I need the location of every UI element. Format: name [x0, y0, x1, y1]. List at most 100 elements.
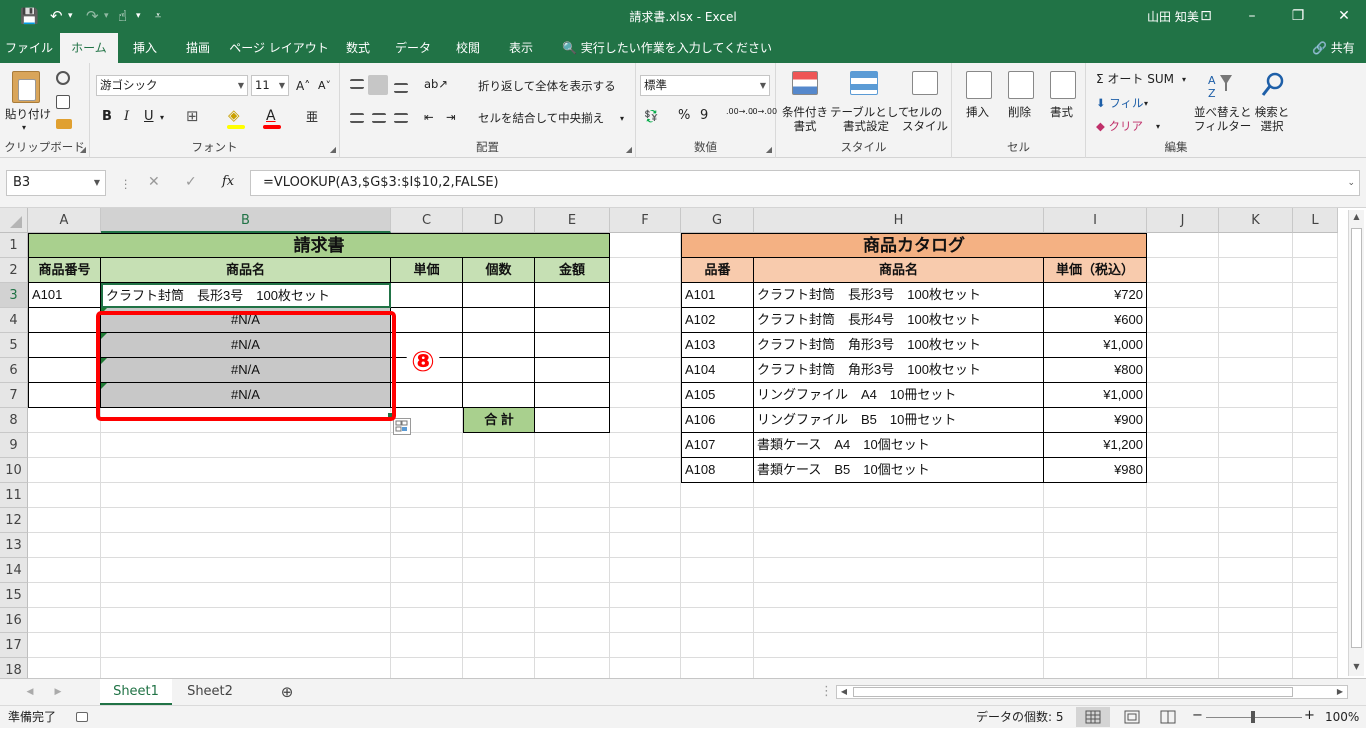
minimize-button[interactable]: –	[1232, 3, 1272, 29]
sort-filter-icon[interactable]: AZ	[1206, 71, 1232, 100]
tab-home[interactable]: ホーム	[60, 33, 118, 63]
font-size-select[interactable]: 11 ▼	[251, 75, 289, 96]
zoom-level[interactable]: 100%	[1325, 710, 1359, 724]
underline-button[interactable]: U	[144, 110, 154, 124]
cell-styles-button[interactable]: セルの スタイル	[900, 105, 950, 133]
catalog-header-name[interactable]: 商品名	[754, 258, 1044, 283]
catalog-name-cell[interactable]: 書類ケース B5 10個セット	[754, 458, 1044, 483]
column-header-d[interactable]: D	[463, 208, 535, 233]
row-header-13[interactable]: 13	[0, 533, 28, 558]
row-header-12[interactable]: 12	[0, 508, 28, 533]
format-cells-icon[interactable]	[1050, 71, 1076, 99]
cell-a6[interactable]	[28, 358, 101, 383]
normal-view-icon[interactable]	[1076, 707, 1110, 727]
sheet-tab-sheet1[interactable]: Sheet1	[100, 679, 172, 705]
paste-dropdown-icon[interactable]: ▾	[22, 121, 26, 135]
underline-dropdown-icon[interactable]: ▾	[160, 111, 164, 125]
row-header-10[interactable]: 10	[0, 458, 28, 483]
row-header-7[interactable]: 7	[0, 383, 28, 408]
font-color-icon[interactable]: A	[266, 109, 276, 123]
cell-e6[interactable]	[535, 358, 610, 383]
catalog-title[interactable]: 商品カタログ	[681, 233, 1147, 258]
catalog-code-cell[interactable]: A108	[681, 458, 754, 483]
catalog-code-cell[interactable]: A102	[681, 308, 754, 333]
cell-b3-selected[interactable]: クラフト封筒 長形3号 100枚セット	[101, 283, 391, 308]
column-header-e[interactable]: E	[535, 208, 610, 233]
name-box[interactable]: B3 ▼	[6, 170, 106, 196]
format-button[interactable]: 書式	[1050, 105, 1073, 119]
font-launcher-icon[interactable]: ◢	[330, 145, 336, 154]
row-header-16[interactable]: 16	[0, 608, 28, 633]
cell-a5[interactable]	[28, 333, 101, 358]
percent-format-button[interactable]: %	[678, 109, 690, 123]
quick-analysis-icon[interactable]	[393, 418, 411, 435]
select-all-corner[interactable]	[0, 208, 28, 233]
invoice-header-name[interactable]: 商品名	[101, 258, 391, 283]
catalog-price-cell[interactable]: ¥900	[1044, 408, 1147, 433]
share-button[interactable]: 🔗 共有	[1312, 33, 1355, 63]
invoice-header-amount[interactable]: 金額	[535, 258, 610, 283]
tab-file[interactable]: ファイル	[0, 33, 58, 63]
tab-data[interactable]: データ	[386, 33, 440, 63]
align-top-icon[interactable]	[350, 79, 364, 89]
cell-e4[interactable]	[535, 308, 610, 333]
cell-a4[interactable]	[28, 308, 101, 333]
cell-d5[interactable]	[463, 333, 535, 358]
merge-center-button[interactable]: セルを結合して中央揃え	[478, 111, 604, 125]
row-header-5[interactable]: 5	[0, 333, 28, 358]
column-header-h[interactable]: H	[754, 208, 1044, 233]
worksheet-grid[interactable]: ABCDEFGHIJKL 1 2 3 4 5 6 7 8 9 10 11 12 13 14 15 16 17 18…	[0, 208, 1366, 678]
insert-function-icon[interactable]: fx	[222, 175, 234, 189]
row-header-1[interactable]: 1	[0, 233, 28, 258]
catalog-code-cell[interactable]: A104	[681, 358, 754, 383]
catalog-price-cell[interactable]: ¥1,000	[1044, 333, 1147, 358]
scroll-down-icon[interactable]: ▼	[1349, 662, 1364, 674]
cell-c3[interactable]	[391, 283, 463, 308]
currency-format-icon[interactable]: 💱	[644, 109, 658, 123]
delete-cells-icon[interactable]	[1008, 71, 1034, 99]
expand-formula-icon[interactable]: ⌄	[1347, 171, 1355, 195]
insert-cells-icon[interactable]	[966, 71, 992, 99]
alignment-launcher-icon[interactable]: ◢	[626, 145, 632, 154]
row-header-4[interactable]: 4	[0, 308, 28, 333]
phonetic-guide-icon[interactable]: 亜	[306, 110, 318, 124]
tell-me-search[interactable]: 🔍 実行したい作業を入力してください	[562, 33, 772, 63]
cell-d6[interactable]	[463, 358, 535, 383]
number-launcher-icon[interactable]: ◢	[766, 145, 772, 154]
delete-button[interactable]: 削除	[1008, 105, 1031, 119]
catalog-code-cell[interactable]: A105	[681, 383, 754, 408]
catalog-name-cell[interactable]: クラフト封筒 長形3号 100枚セット	[754, 283, 1044, 308]
paste-button[interactable]: 貼り付け	[5, 107, 51, 121]
decrease-decimal-button[interactable]: .0→.00	[750, 107, 777, 116]
catalog-name-cell[interactable]: クラフト封筒 角形3号 100枚セット	[754, 333, 1044, 358]
cell-c7[interactable]	[391, 383, 463, 408]
column-header-a[interactable]: A	[28, 208, 101, 233]
increase-decimal-button[interactable]: .00→.0	[726, 107, 753, 116]
row-header-8[interactable]: 8	[0, 408, 28, 433]
zoom-out-button[interactable]: −	[1192, 709, 1203, 723]
bold-button[interactable]: B	[102, 110, 112, 124]
scroll-up-icon[interactable]: ▲	[1349, 212, 1364, 224]
macro-record-icon[interactable]	[76, 712, 88, 722]
cell-c4[interactable]	[391, 308, 463, 333]
font-name-select[interactable]: 游ゴシック ▼	[96, 75, 248, 96]
cancel-icon[interactable]: ✕	[148, 175, 160, 189]
align-bottom-icon[interactable]	[394, 83, 408, 93]
next-sheet-icon[interactable]: ▶	[50, 679, 66, 705]
align-center-icon[interactable]	[372, 113, 386, 123]
formula-input[interactable]: =VLOOKUP(A3,$G$3:$I$10,2,FALSE) ⌄	[250, 170, 1360, 196]
find-select-button[interactable]: 検索と 選択	[1252, 105, 1292, 133]
tab-insert[interactable]: 挿入	[120, 33, 170, 63]
column-header-l[interactable]: L	[1293, 208, 1338, 233]
catalog-price-cell[interactable]: ¥1,000	[1044, 383, 1147, 408]
copy-icon[interactable]	[56, 95, 70, 109]
invoice-header-price[interactable]: 単価	[391, 258, 463, 283]
chevron-down-icon[interactable]: ▼	[94, 171, 100, 195]
catalog-name-cell[interactable]: リングファイル A4 10冊セット	[754, 383, 1044, 408]
align-right-icon[interactable]	[394, 113, 408, 123]
catalog-name-cell[interactable]: 書類ケース A4 10個セット	[754, 433, 1044, 458]
clipboard-launcher-icon[interactable]: ◢	[80, 145, 86, 154]
row-header-11[interactable]: 11	[0, 483, 28, 508]
invoice-header-code[interactable]: 商品番号	[28, 258, 101, 283]
sheet-tab-sheet2[interactable]: Sheet2	[175, 679, 245, 705]
